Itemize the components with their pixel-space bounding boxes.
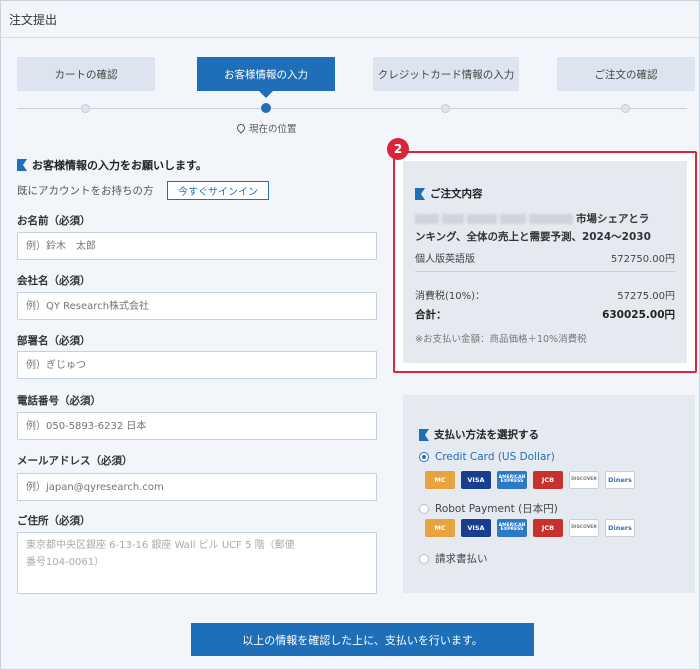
redacted-text xyxy=(529,214,573,224)
page-title: 注文提出 xyxy=(9,13,58,27)
current-position: 現在の位置 xyxy=(235,121,297,135)
tax-value: 57275.00円 xyxy=(617,291,675,302)
jcb-icon: JCB xyxy=(533,519,563,537)
redacted-text xyxy=(442,214,464,224)
department-field[interactable] xyxy=(17,351,377,379)
checkout-page: 注文提出 カートの確認 お客様情報の入力 クレジットカード情報の入力 ご注文の確… xyxy=(0,0,700,670)
payment-method-panel: 支払い方法を選択する Credit Card (US Dollar) Robot… xyxy=(403,395,695,593)
submit-payment-button[interactable]: 以上の情報を確認した上に、支払いを行います。 xyxy=(191,623,534,656)
order-divider xyxy=(415,271,675,272)
order-title-text: ご注文内容 xyxy=(430,188,483,200)
title-divider xyxy=(1,37,699,38)
address-label: ご住所（必須） xyxy=(17,515,91,527)
visa-icon: VISA xyxy=(461,519,491,537)
radio-icon[interactable] xyxy=(419,503,429,514)
company-field[interactable] xyxy=(17,292,377,320)
progress-dot-3 xyxy=(441,104,450,113)
current-position-label: 現在の位置 xyxy=(249,124,297,135)
name-field[interactable] xyxy=(17,232,377,260)
phone-label: 電話番号（必須） xyxy=(17,395,101,407)
phone-field[interactable] xyxy=(17,412,377,440)
radio-selected-icon[interactable] xyxy=(419,452,429,462)
progress-dot-4 xyxy=(621,104,630,113)
radio-icon[interactable] xyxy=(419,553,429,564)
redacted-text xyxy=(467,214,497,224)
discover-icon: DISCOVER xyxy=(569,519,599,537)
address-placeholder-line1: 東京都中央区銀座 6-13-16 銀座 Wall ビル UCF 5 階（郵便 xyxy=(26,540,295,551)
step-order-confirm: ご注文の確認 xyxy=(557,57,695,91)
payment-option-label: Credit Card (US Dollar) xyxy=(435,451,555,463)
redacted-text xyxy=(415,214,439,224)
address-placeholder-line2: 番号104-0061） xyxy=(26,557,105,568)
payment-option-robot-payment[interactable]: Robot Payment (日本円) xyxy=(419,501,558,516)
payment-option-label: Robot Payment (日本円) xyxy=(435,503,558,515)
flag-icon xyxy=(415,187,425,200)
step-credit-card: クレジットカード情報の入力 xyxy=(373,57,519,91)
tax-label: 消費税(10%)： xyxy=(415,291,486,302)
amex-icon: AMERICAN EXPRESS xyxy=(497,471,527,489)
payment-option-label: 請求書払い xyxy=(435,553,488,565)
product-name-line1: 市場シェアとラ xyxy=(415,211,679,226)
diners-icon: Diners xyxy=(605,471,635,489)
company-label: 会社名（必須） xyxy=(17,275,91,287)
product-name-tail: 市場シェアとラ xyxy=(576,213,650,225)
progress-dot-current xyxy=(261,103,271,113)
payment-heading: 支払い方法を選択する xyxy=(419,427,539,442)
progress-line xyxy=(17,108,687,109)
order-summary-box: ご注文内容 市場シェアとラ ンキング、全体の売上と需要予測、2024～2030 … xyxy=(393,151,697,373)
order-title: ご注文内容 xyxy=(415,186,483,201)
payment-option-invoice[interactable]: 請求書払い xyxy=(419,551,488,566)
account-prompt: 既にアカウントをお持ちの方 xyxy=(17,185,154,197)
step-badge: 2 xyxy=(387,138,409,160)
signin-button[interactable]: 今すぐサインイン xyxy=(167,181,269,200)
total-value: 630025.00円 xyxy=(602,309,675,321)
mastercard-icon: MC xyxy=(425,471,455,489)
step-cart-confirm: カートの確認 xyxy=(17,57,155,91)
department-label: 部署名（必須） xyxy=(17,335,91,347)
customer-heading-text: お客様情報の入力をお願いします。 xyxy=(32,159,207,172)
location-pin-icon xyxy=(235,122,247,134)
product-name-line2: ンキング、全体の売上と需要予測、2024～2030 xyxy=(415,231,651,243)
progress-dot-1 xyxy=(81,104,90,113)
edition-price: 572750.00円 xyxy=(610,254,675,265)
payment-note: ※お支払い金額：商品価格＋10%消費税 xyxy=(415,334,587,345)
discover-icon: DISCOVER xyxy=(569,471,599,489)
email-label: メールアドレス（必須） xyxy=(17,455,133,467)
order-summary-panel: ご注文内容 市場シェアとラ ンキング、全体の売上と需要予測、2024～2030 … xyxy=(403,161,687,363)
name-label: お名前（必須） xyxy=(17,215,91,227)
diners-icon: Diners xyxy=(605,519,635,537)
email-field[interactable] xyxy=(17,473,377,501)
payment-heading-text: 支払い方法を選択する xyxy=(434,429,539,441)
step-customer-info: お客様情報の入力 xyxy=(197,57,335,98)
mastercard-icon: MC xyxy=(425,519,455,537)
flag-icon xyxy=(17,159,27,171)
edition-label: 個人版英語版 xyxy=(415,254,475,265)
flag-icon xyxy=(419,428,429,441)
payment-option-credit-card[interactable]: Credit Card (US Dollar) xyxy=(419,451,555,463)
total-label: 合計： xyxy=(415,309,447,321)
address-field[interactable]: 東京都中央区銀座 6-13-16 銀座 Wall ビル UCF 5 階（郵便 番… xyxy=(17,532,377,594)
visa-icon: VISA xyxy=(461,471,491,489)
amex-icon: AMERICAN EXPRESS xyxy=(497,519,527,537)
jcb-icon: JCB xyxy=(533,471,563,489)
redacted-text xyxy=(500,214,526,224)
customer-section-heading: お客様情報の入力をお願いします。 xyxy=(17,157,207,173)
